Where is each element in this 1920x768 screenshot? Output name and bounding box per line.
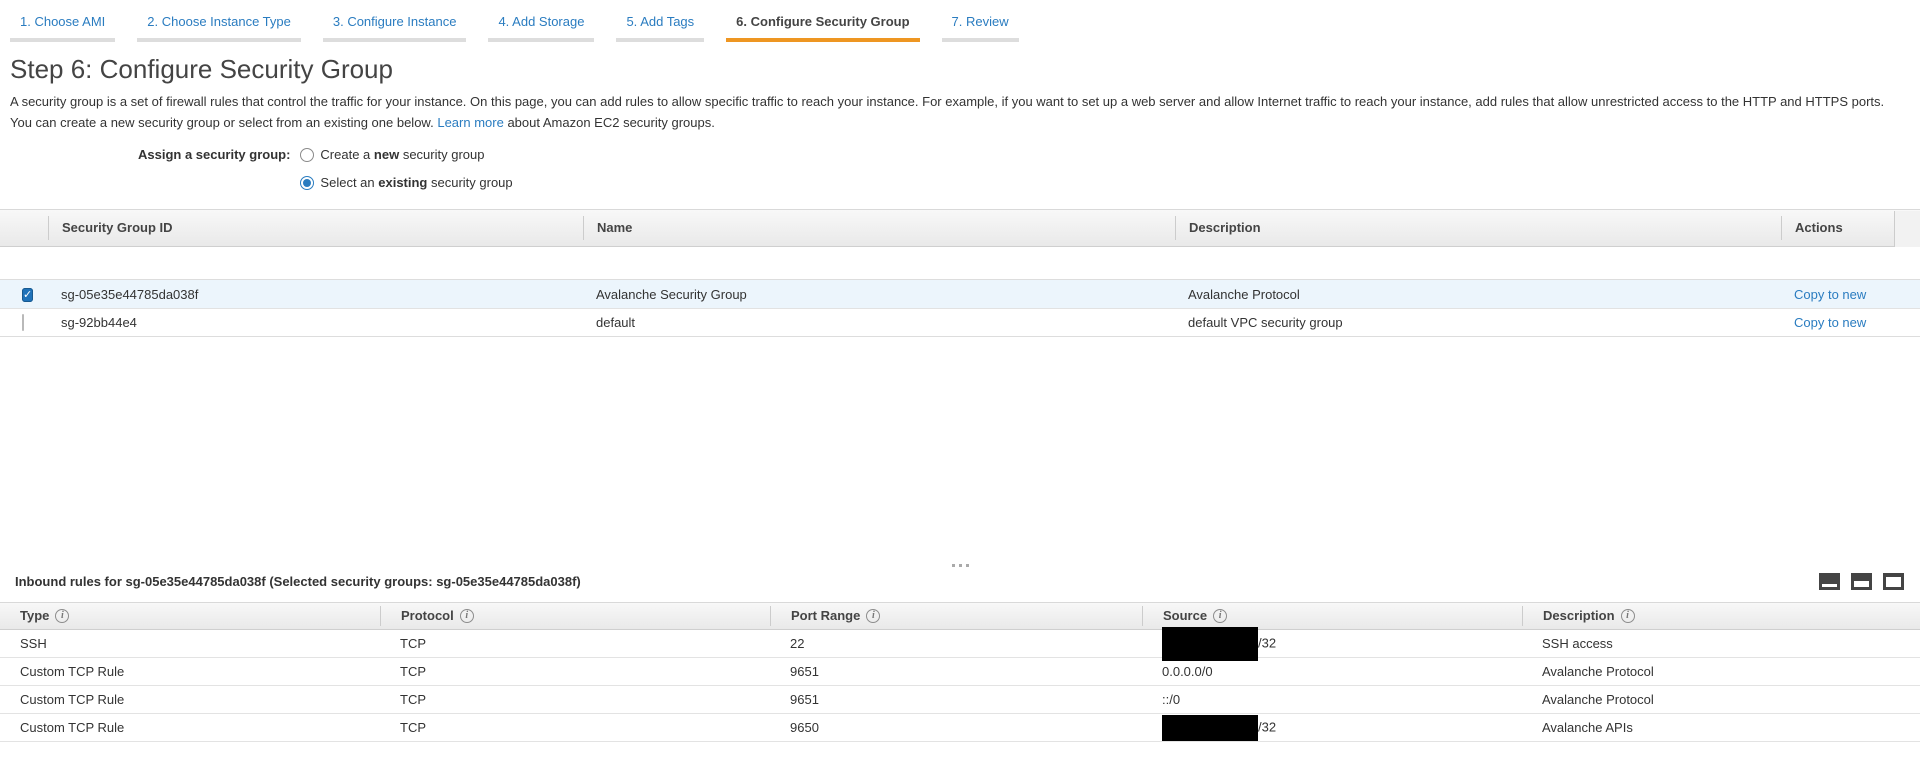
assign-options: Create a new security group Select an ex… (300, 145, 512, 193)
tab-choose-instance-type[interactable]: 2. Choose Instance Type (137, 12, 301, 42)
copy-to-new-link[interactable]: Copy to new (1794, 287, 1866, 302)
rule-source: /32 (1142, 635, 1522, 653)
rule-source: 0.0.0.0/0 (1142, 664, 1522, 679)
column-name: Name (583, 216, 1175, 240)
rule-protocol: TCP (380, 720, 770, 735)
column-source: Sourcei (1142, 606, 1522, 626)
redacted-ip-block (1162, 715, 1258, 741)
pane-resize-handle[interactable] (0, 559, 1920, 571)
table-gap (0, 247, 1920, 279)
table-row-default-group[interactable]: sg-92bb44e4 default default VPC security… (0, 308, 1920, 336)
security-groups-rows: ✓ sg-05e35e44785da038f Avalanche Securit… (0, 279, 1920, 337)
rule-description: Avalanche Protocol (1522, 692, 1920, 707)
tab-choose-ami[interactable]: 1. Choose AMI (10, 12, 115, 42)
column-security-group-id: Security Group ID (48, 216, 583, 240)
radio-select-existing-label: Select an existing security group (320, 173, 512, 193)
rule-port-range: 9651 (770, 692, 1142, 707)
copy-to-new-link[interactable]: Copy to new (1794, 315, 1866, 330)
page-title: Step 6: Configure Security Group (10, 54, 1920, 85)
inbound-rule-row-ssh: SSH TCP 22 /32 SSH access (0, 630, 1920, 658)
rule-port-range: 9650 (770, 720, 1142, 735)
security-groups-table-header: Security Group ID Name Description Actio… (0, 209, 1920, 247)
rule-protocol: TCP (380, 664, 770, 679)
rule-type: Custom TCP Rule (0, 664, 380, 679)
sg-name-value: default (583, 315, 1175, 330)
empty-area (0, 337, 1920, 559)
tab-review[interactable]: 7. Review (942, 12, 1019, 42)
info-icon[interactable]: i (1213, 609, 1227, 623)
security-groups-table: Security Group ID Name Description Actio… (0, 209, 1920, 337)
page-description: A security group is a set of firewall ru… (10, 91, 1908, 133)
radio-selected-icon[interactable] (300, 176, 314, 190)
radio-create-new-group[interactable]: Create a new security group (300, 145, 512, 165)
wizard-step-tabs: 1. Choose AMI 2. Choose Instance Type 3.… (0, 0, 1920, 42)
column-type: Typei (0, 606, 380, 626)
rule-description: SSH access (1522, 636, 1920, 651)
inbound-rule-row-9650: Custom TCP Rule TCP 9650 /32 Avalanche A… (0, 714, 1920, 742)
inbound-rules-table-header: Typei Protocoli Port Rangei Sourcei Desc… (0, 602, 1920, 630)
inbound-rules-pane-header: Inbound rules for sg-05e35e44785da038f (… (0, 571, 1920, 600)
column-description: Description (1175, 216, 1781, 240)
inbound-rules-title: Inbound rules for sg-05e35e44785da038f (… (15, 574, 581, 589)
tab-configure-instance[interactable]: 3. Configure Instance (323, 12, 467, 42)
tab-configure-security-group[interactable]: 6. Configure Security Group (726, 12, 919, 42)
pane-split-icon[interactable] (1851, 573, 1872, 590)
rule-source: ::/0 (1142, 692, 1522, 707)
description-text: A security group is a set of firewall ru… (10, 94, 1884, 130)
redacted-ip-block (1162, 627, 1258, 661)
header-checkbox-column (0, 216, 48, 240)
column-port-range: Port Rangei (770, 606, 1142, 626)
tab-add-storage[interactable]: 4. Add Storage (488, 12, 594, 42)
info-icon[interactable]: i (460, 609, 474, 623)
info-icon[interactable]: i (1621, 609, 1635, 623)
rule-protocol: TCP (380, 692, 770, 707)
sg-id-value: sg-92bb44e4 (48, 315, 583, 330)
assign-security-group-label: Assign a security group: (138, 145, 290, 193)
inbound-rule-row-9651-ipv6: Custom TCP Rule TCP 9651 ::/0 Avalanche … (0, 686, 1920, 714)
rule-type: Custom TCP Rule (0, 720, 380, 735)
rule-source: /32 (1142, 719, 1522, 737)
radio-unselected-icon[interactable] (300, 148, 314, 162)
info-icon[interactable]: i (55, 609, 69, 623)
rule-description: Avalanche Protocol (1522, 664, 1920, 679)
table-scroll-corner (1894, 211, 1920, 247)
column-description: Descriptioni (1522, 606, 1920, 626)
rule-type: SSH (0, 636, 380, 651)
pane-size-controls (1819, 573, 1904, 590)
table-row-avalanche-security-group[interactable]: ✓ sg-05e35e44785da038f Avalanche Securit… (0, 280, 1920, 308)
checkbox-unchecked-icon[interactable] (22, 314, 24, 331)
sg-description-value: default VPC security group (1175, 315, 1781, 330)
sg-id-value: sg-05e35e44785da038f (48, 287, 583, 302)
sg-name-value: Avalanche Security Group (583, 287, 1175, 302)
pane-maximize-icon[interactable] (1883, 573, 1904, 590)
sg-description-value: Avalanche Protocol (1175, 287, 1781, 302)
radio-create-new-label: Create a new security group (320, 145, 484, 165)
column-protocol: Protocoli (380, 606, 770, 626)
tab-add-tags[interactable]: 5. Add Tags (616, 12, 704, 42)
rule-port-range: 9651 (770, 664, 1142, 679)
learn-more-link[interactable]: Learn more (437, 115, 503, 130)
checkbox-checked-icon[interactable]: ✓ (22, 288, 33, 302)
radio-select-existing-group[interactable]: Select an existing security group (300, 173, 512, 193)
rule-type: Custom TCP Rule (0, 692, 380, 707)
description-text-after: about Amazon EC2 security groups. (507, 115, 714, 130)
inbound-rule-row-9651-ipv4: Custom TCP Rule TCP 9651 0.0.0.0/0 Avala… (0, 658, 1920, 686)
rule-description: Avalanche APIs (1522, 720, 1920, 735)
rule-protocol: TCP (380, 636, 770, 651)
rule-port-range: 22 (770, 636, 1142, 651)
inbound-rules-table: Typei Protocoli Port Rangei Sourcei Desc… (0, 602, 1920, 742)
pane-minimize-icon[interactable] (1819, 573, 1840, 590)
info-icon[interactable]: i (866, 609, 880, 623)
assign-security-group-row: Assign a security group: Create a new se… (138, 145, 1920, 193)
